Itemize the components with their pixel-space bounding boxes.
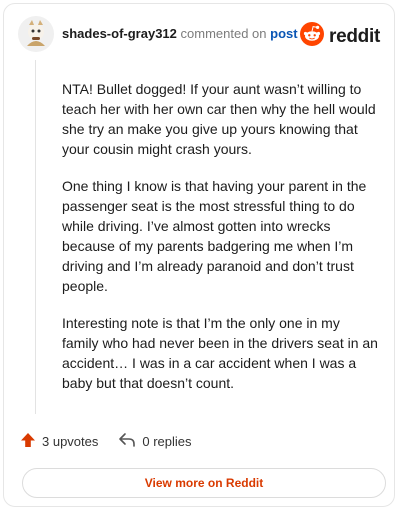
comment-header: shades-of-gray312 commented on post (62, 26, 298, 41)
comment-card: shades-of-gray312 commented on post redd… (3, 3, 395, 507)
reply-count: 0 replies (142, 434, 192, 449)
comment-paragraph: NTA! Bullet dogged! If your aunt wasn’t … (62, 81, 376, 157)
view-more-button[interactable]: View more on Reddit (22, 468, 386, 498)
reddit-snoo-icon (300, 22, 325, 51)
commented-on-label: commented on (180, 26, 267, 41)
reddit-wordmark: reddit (329, 25, 380, 47)
upvote-arrow-icon (20, 432, 36, 451)
comment-actions: 3 upvotes 0 replies (20, 432, 212, 451)
comment-paragraph: One thing I know is that having your par… (62, 178, 367, 294)
post-link[interactable]: post (270, 26, 297, 41)
reply-button[interactable]: 0 replies (118, 432, 192, 451)
comment-paragraph: Interesting note is that I’m the only on… (62, 315, 378, 391)
thread-line (35, 60, 36, 414)
username-link[interactable]: shades-of-gray312 (62, 26, 177, 41)
reply-arrow-icon (118, 432, 136, 451)
upvote-button[interactable]: 3 upvotes (20, 432, 98, 451)
avatar[interactable] (18, 16, 54, 52)
reddit-logo[interactable]: reddit (300, 22, 380, 51)
upvote-count: 3 upvotes (42, 434, 99, 449)
comment-body: NTA! Bullet dogged! If your aunt wasn’t … (62, 79, 378, 410)
